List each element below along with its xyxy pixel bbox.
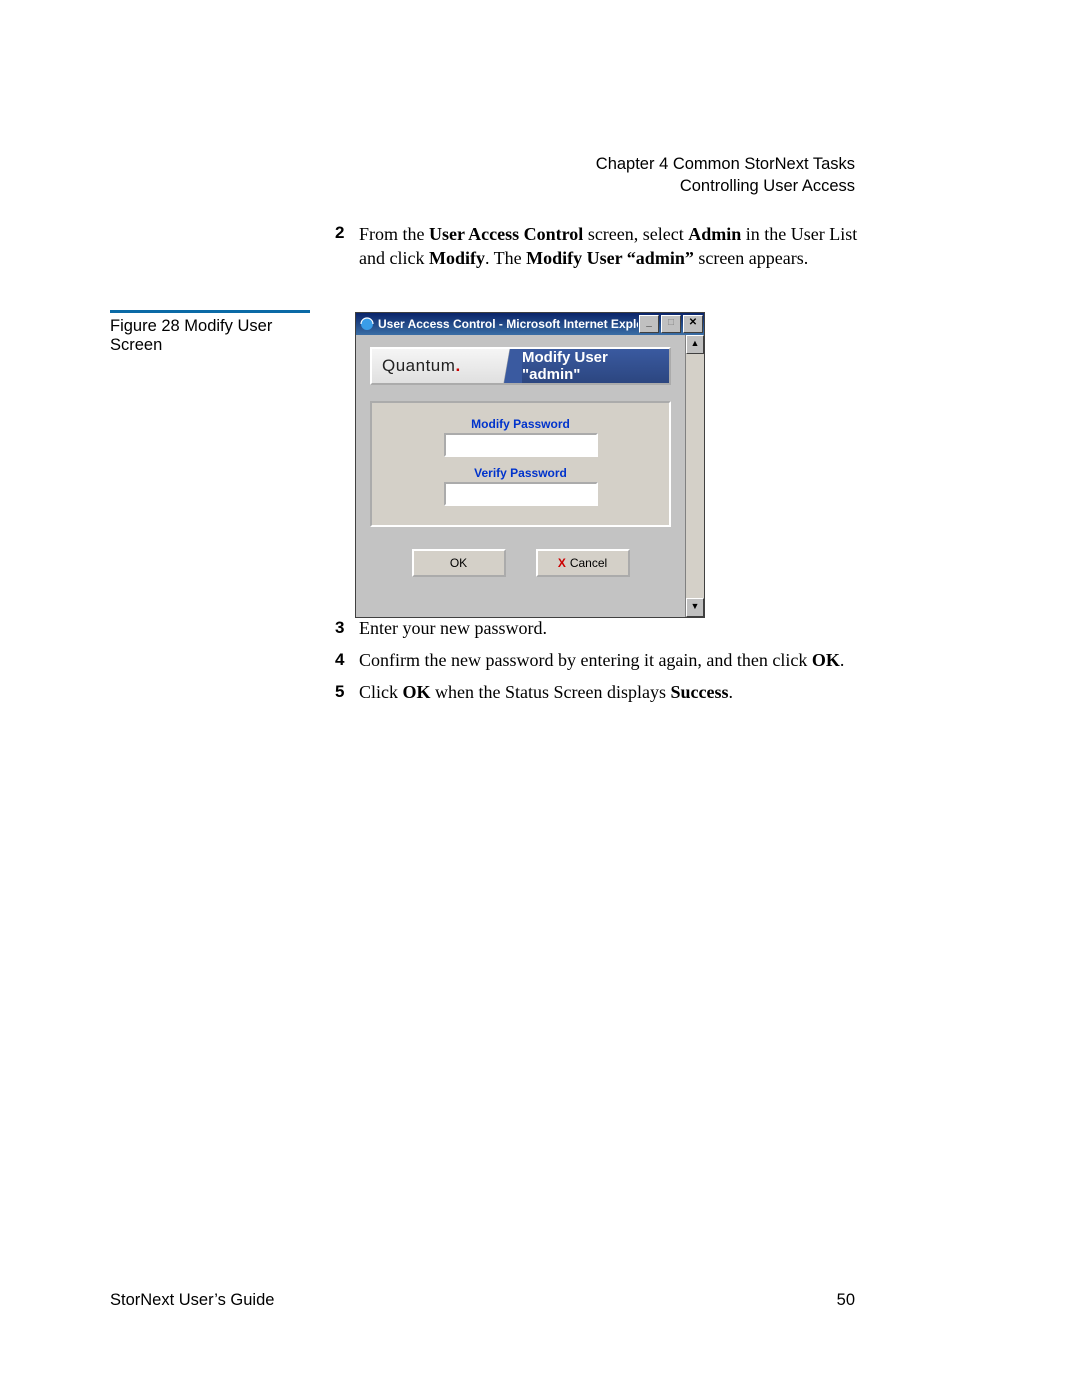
- step-3-text: Enter your new password.: [359, 615, 880, 643]
- figure-caption: Figure 28 Modify User Screen: [110, 310, 310, 355]
- cancel-x-icon: X: [558, 556, 566, 570]
- ie-window: User Access Control - Microsoft Internet…: [355, 312, 705, 618]
- running-header-line2: Controlling User Access: [596, 175, 855, 197]
- verify-password-label: Verify Password: [372, 466, 669, 480]
- footer-doc-title: StorNext User’s Guide: [110, 1291, 274, 1310]
- vertical-scrollbar[interactable]: ▲ ▼: [685, 335, 704, 617]
- running-header-line1: Chapter 4 Common StorNext Tasks: [596, 153, 855, 175]
- step-5-text: Click OK when the Status Screen displays…: [359, 679, 880, 707]
- footer-page-number: 50: [837, 1291, 855, 1310]
- header-divider-icon: [492, 349, 522, 383]
- app-header-title: Modify User "admin": [522, 349, 669, 383]
- step-number: 5: [335, 679, 359, 707]
- modify-password-input[interactable]: [444, 433, 598, 457]
- verify-password-input[interactable]: [444, 482, 598, 506]
- step-4-text: Confirm the new password by entering it …: [359, 647, 880, 675]
- ok-button[interactable]: OK: [412, 549, 506, 577]
- step-2: 2 From the User Access Control screen, s…: [335, 222, 865, 271]
- step-number: 3: [335, 615, 359, 643]
- ie-logo-icon: [360, 317, 374, 331]
- modify-password-label: Modify Password: [372, 417, 669, 431]
- step-number: 2: [335, 222, 359, 271]
- maximize-button[interactable]: □: [661, 315, 681, 333]
- scroll-up-icon[interactable]: ▲: [686, 335, 704, 354]
- step-5: 5 Click OK when the Status Screen displa…: [335, 679, 880, 707]
- running-header: Chapter 4 Common StorNext Tasks Controll…: [596, 153, 855, 198]
- window-content: Quantum Modify User "admin" Modify Passw…: [356, 335, 685, 617]
- minimize-button[interactable]: _: [639, 315, 659, 333]
- window-titlebar[interactable]: User Access Control - Microsoft Internet…: [356, 313, 704, 335]
- step-3: 3 Enter your new password.: [335, 615, 880, 643]
- app-header: Quantum Modify User "admin": [370, 347, 671, 385]
- password-form: Modify Password Verify Password: [370, 401, 671, 527]
- step-2-text: From the User Access Control screen, sel…: [359, 222, 865, 271]
- close-button[interactable]: ✕: [683, 315, 703, 333]
- quantum-logo: Quantum: [372, 356, 461, 376]
- step-number: 4: [335, 647, 359, 675]
- window-title: User Access Control - Microsoft Internet…: [378, 317, 638, 331]
- cancel-button[interactable]: XCancel: [536, 549, 630, 577]
- step-4: 4 Confirm the new password by entering i…: [335, 647, 880, 675]
